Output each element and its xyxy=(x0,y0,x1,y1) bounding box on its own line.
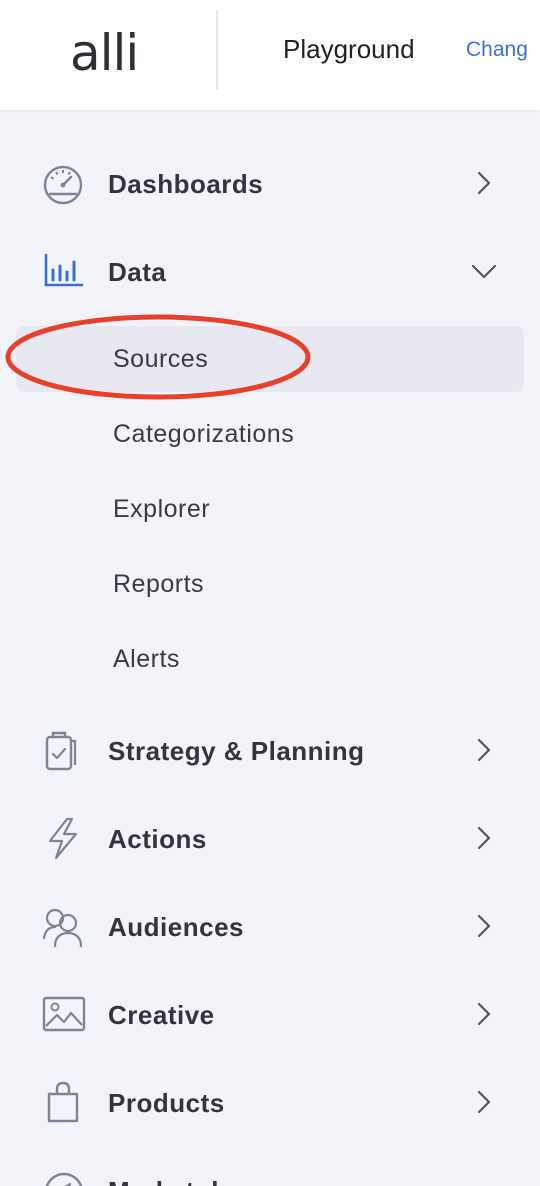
subitem-reports[interactable]: Reports xyxy=(16,551,524,617)
sidebar-item-strategy-planning[interactable]: Strategy & Planning xyxy=(0,720,540,780)
chevron-right-icon[interactable] xyxy=(470,912,498,940)
chevron-down-icon[interactable] xyxy=(470,257,498,285)
sidebar-item-audiences[interactable]: Audiences xyxy=(0,896,540,956)
chevron-right-icon[interactable] xyxy=(470,736,498,764)
sidebar-item-creative[interactable]: Creative xyxy=(0,984,540,1044)
chevron-right-icon[interactable] xyxy=(470,824,498,852)
sidebar-nav: Dashboards Data Sources Categorizations … xyxy=(0,110,540,1186)
subitem-alerts[interactable]: Alerts xyxy=(16,626,524,692)
shopping-bag-icon xyxy=(47,1081,79,1123)
sidebar-item-label: Audiences xyxy=(108,912,244,942)
change-workspace-link[interactable]: Chang xyxy=(466,38,528,62)
sidebar-item-label: Actions xyxy=(108,824,207,854)
clipboard-icon xyxy=(45,731,77,771)
sidebar-item-label: Marketplace xyxy=(108,1176,264,1186)
sidebar-item-label: Dashboards xyxy=(108,169,264,199)
chevron-right-icon[interactable] xyxy=(470,1000,498,1028)
users-icon xyxy=(42,908,83,948)
sidebar-item-label: Data xyxy=(108,257,167,287)
alli-logo[interactable]: alli xyxy=(70,24,139,82)
image-icon xyxy=(42,996,86,1032)
subitem-label: Reports xyxy=(113,570,205,598)
sidebar-item-marketplace[interactable]: Marketplace xyxy=(0,1160,540,1186)
sidebar-item-actions[interactable]: Actions xyxy=(0,808,540,868)
subitem-label: Alerts xyxy=(113,645,180,673)
sidebar-item-products[interactable]: Products xyxy=(0,1072,540,1132)
chevron-right-icon[interactable] xyxy=(470,1088,498,1116)
compass-icon xyxy=(45,1172,83,1186)
header-divider xyxy=(216,10,218,90)
bar-chart-icon xyxy=(44,253,84,287)
subitem-label: Sources xyxy=(113,345,209,373)
top-bar: alli Playground Chang xyxy=(0,0,540,110)
sidebar-item-label: Creative xyxy=(108,1000,215,1030)
sidebar-item-data[interactable]: Data xyxy=(0,241,540,301)
speedometer-icon xyxy=(43,165,83,205)
subitem-sources[interactable]: Sources xyxy=(16,326,524,392)
sidebar-item-dashboards[interactable]: Dashboards xyxy=(0,153,540,213)
subitem-categorizations[interactable]: Categorizations xyxy=(16,401,524,467)
sidebar-item-label: Products xyxy=(108,1088,225,1118)
subitem-explorer[interactable]: Explorer xyxy=(16,476,524,542)
sidebar-item-label: Strategy & Planning xyxy=(108,736,365,766)
subitem-label: Explorer xyxy=(113,495,211,523)
workspace-name: Playground xyxy=(283,34,415,64)
chevron-right-icon[interactable] xyxy=(470,169,498,197)
lightning-icon xyxy=(48,817,78,860)
subitem-label: Categorizations xyxy=(113,420,295,448)
